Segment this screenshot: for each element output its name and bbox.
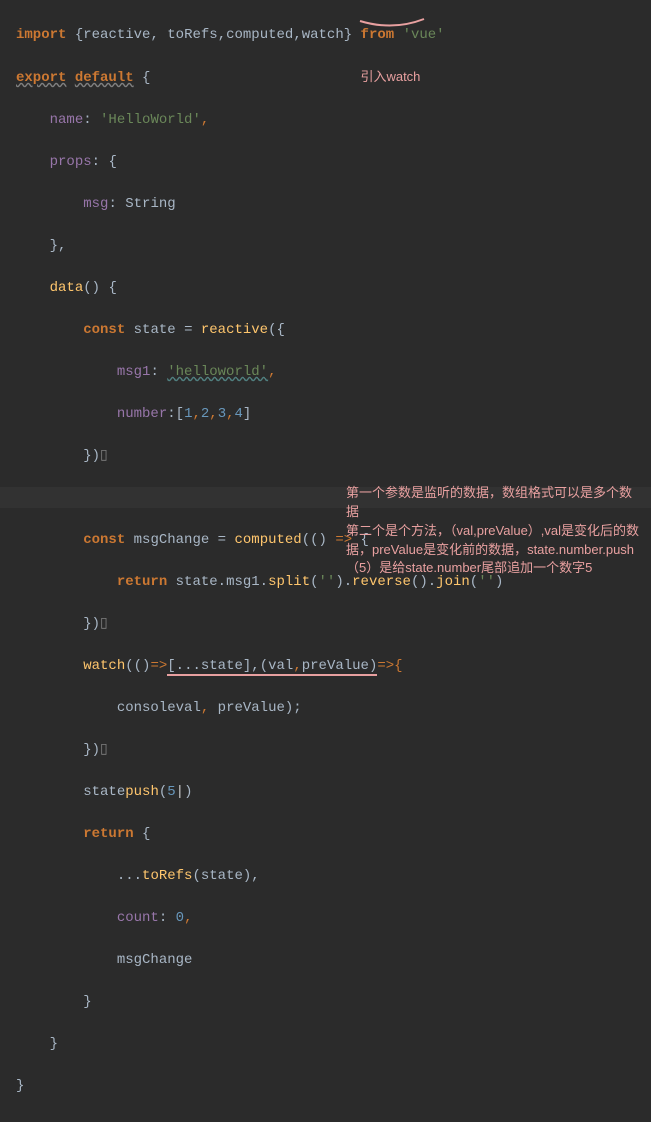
annotation-line-1: 第一个参数是监听的数据，数组格式可以是多个数据 (346, 484, 641, 522)
kw-import: import (16, 27, 66, 43)
annotation-block: 第一个参数是监听的数据，数组格式可以是多个数据 第二个是个方法，（val,pre… (346, 484, 641, 578)
annotation-line-2: 第二个是个方法，（val,preValue）,val是变化后的数据，preVal… (346, 522, 641, 579)
kw-export: export (16, 70, 66, 86)
annotation-intro-watch: 引入watch (360, 69, 420, 84)
